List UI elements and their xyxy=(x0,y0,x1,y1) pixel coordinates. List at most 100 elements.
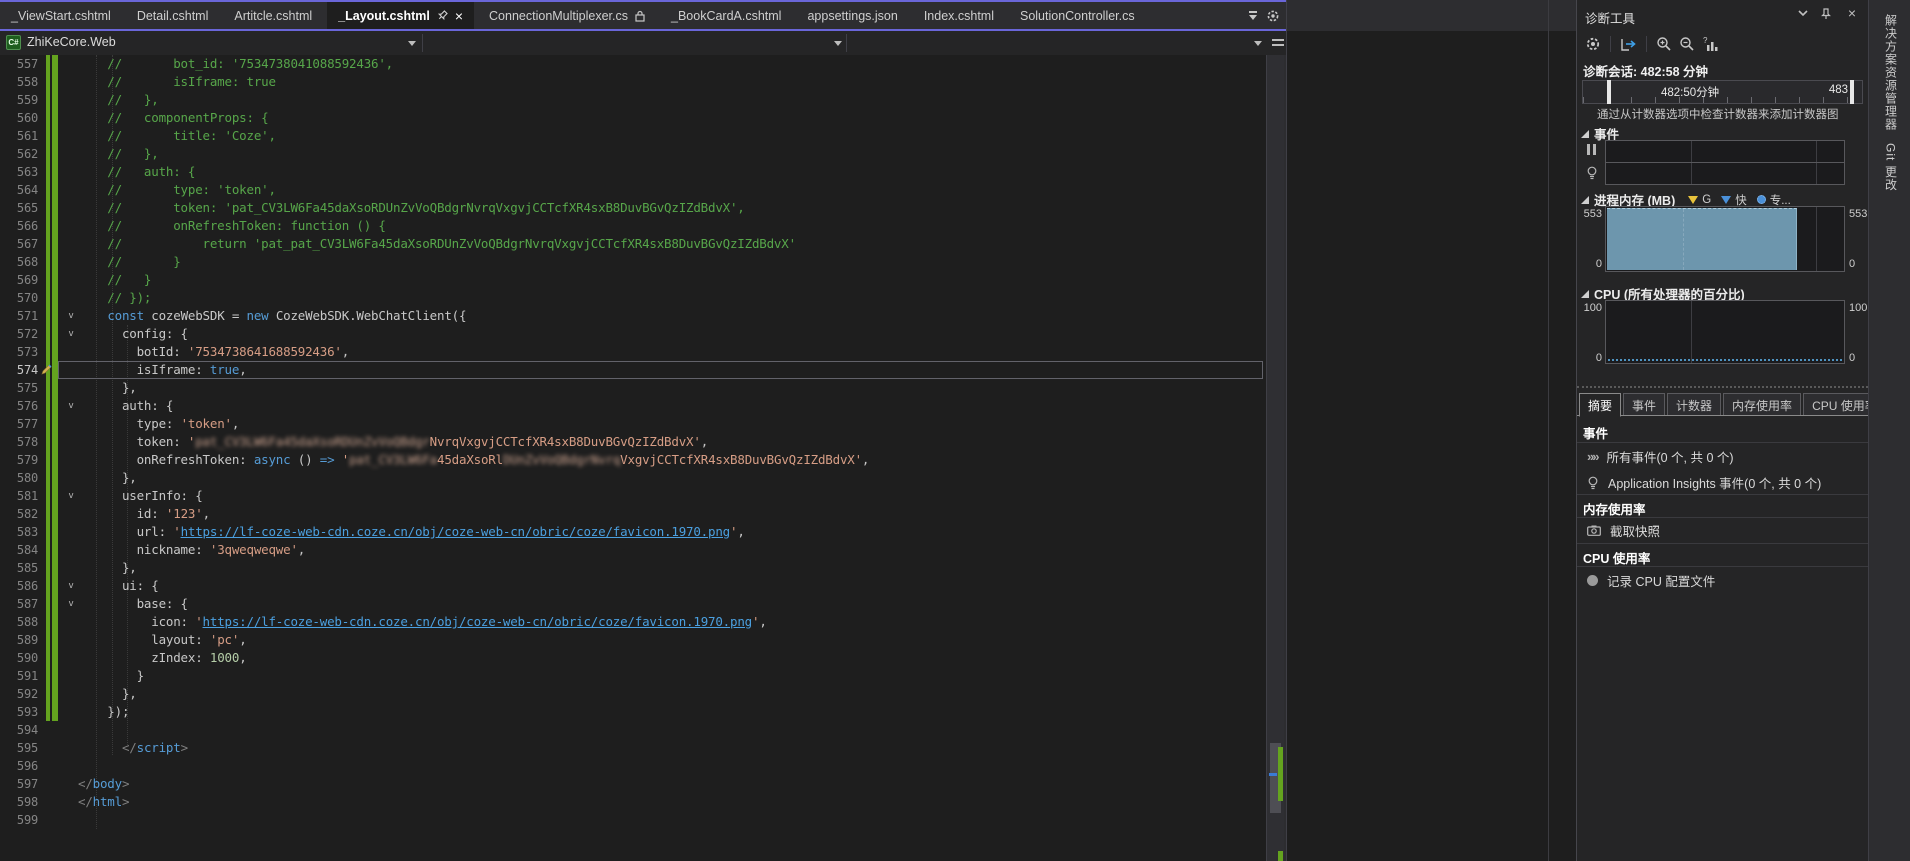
counter-chart-icon[interactable]: ? xyxy=(1702,36,1718,52)
git-changes-vertical-tab[interactable]: Git 更改 xyxy=(1880,137,1900,198)
code-line-593[interactable]: 593 }); xyxy=(0,703,1266,721)
code-line-561[interactable]: 561 // title: 'Coze', xyxy=(0,127,1266,145)
project-dropdown[interactable]: ZhiKeCore.Web xyxy=(27,35,116,49)
divider xyxy=(1577,517,1868,518)
code-line-558[interactable]: 558 // isIframe: true xyxy=(0,73,1266,91)
pin-tab-icon[interactable] xyxy=(437,10,448,21)
code-line-586[interactable]: 586v ui: { xyxy=(0,577,1266,595)
code-line-596[interactable]: 596 xyxy=(0,757,1266,775)
detail-tab-计数器[interactable]: 计数器 xyxy=(1667,393,1721,416)
code-line-567[interactable]: 567 // return 'pat_pat_CV3LW6Fa45daXsoRD… xyxy=(0,235,1266,253)
code-line-568[interactable]: 568 // } xyxy=(0,253,1266,271)
code-line-562[interactable]: 562 // }, xyxy=(0,145,1266,163)
type-dropdown-caret-icon[interactable] xyxy=(834,41,842,46)
timeline-right-handle[interactable] xyxy=(1850,80,1854,104)
tab-_BookCardA.cshtml[interactable]: _BookCardA.cshtml xyxy=(660,2,792,29)
code-line-571[interactable]: 571v const cozeWebSDK = new CozeWebSDK.W… xyxy=(0,307,1266,325)
code-text: // }); xyxy=(78,290,151,305)
code-line-580[interactable]: 580 }, xyxy=(0,469,1266,487)
settings-gear-icon[interactable] xyxy=(1585,36,1601,52)
code-line-587[interactable]: 587v base: { xyxy=(0,595,1266,613)
code-line-573[interactable]: 573 botId: '7534738641688592436', xyxy=(0,343,1266,361)
code-line-564[interactable]: 564 // type: 'token', xyxy=(0,181,1266,199)
expander-icon[interactable] xyxy=(1581,196,1589,204)
project-dropdown-caret-icon[interactable] xyxy=(408,41,416,46)
code-line-590[interactable]: 590 zIndex: 1000, xyxy=(0,649,1266,667)
code-line-575[interactable]: 575 }, xyxy=(0,379,1266,397)
pin-icon[interactable] xyxy=(1820,8,1832,20)
code-line-565[interactable]: 565 // token: 'pat_CV3LW6Fa45daXsoRDUnZv… xyxy=(0,199,1266,217)
code-line-581[interactable]: 581v userInfo: { xyxy=(0,487,1266,505)
code-line-595[interactable]: 595 </script> xyxy=(0,739,1266,757)
code-line-560[interactable]: 560 // componentProps: { xyxy=(0,109,1266,127)
expander-icon[interactable] xyxy=(1581,290,1589,298)
code-line-563[interactable]: 563 // auth: { xyxy=(0,163,1266,181)
fold-collapse-icon[interactable]: v xyxy=(64,577,78,595)
code-line-584[interactable]: 584 nickname: '3qweqweqwe', xyxy=(0,541,1266,559)
code-line-578[interactable]: 578 token: 'pat_CV3LW6Fa45daXsoRDUnZvVoQ… xyxy=(0,433,1266,451)
tab-list-dropdown-icon[interactable] xyxy=(1248,11,1258,21)
tab-Artitcle.cshtml[interactable]: Artitcle.cshtml xyxy=(223,2,323,29)
close-icon[interactable]: × xyxy=(1848,5,1856,21)
code-line-576[interactable]: 576v auth: { xyxy=(0,397,1266,415)
record-cpu-profile-link[interactable]: 记录 CPU 配置文件 xyxy=(1587,571,1864,590)
code-line-579[interactable]: 579 onRefreshToken: async () => 'pat_CV3… xyxy=(0,451,1266,469)
code-line-583[interactable]: 583 url: 'https://lf-coze-web-cdn.coze.c… xyxy=(0,523,1266,541)
code-text: onRefreshToken: async () => 'pat_CV3LW6F… xyxy=(78,452,869,467)
panel-splitter[interactable] xyxy=(1577,386,1868,388)
app-insights-link[interactable]: Application Insights 事件(0 个, 共 0 个) xyxy=(1587,473,1864,492)
tab-options-gear-icon[interactable] xyxy=(1266,9,1280,23)
code-line-599[interactable]: 599 xyxy=(0,811,1266,829)
all-events-link[interactable]: »» 所有事件(0 个, 共 0 个) xyxy=(1587,447,1864,466)
code-line-597[interactable]: 597</body> xyxy=(0,775,1266,793)
tab-Detail.cshtml[interactable]: Detail.cshtml xyxy=(126,2,220,29)
fold-collapse-icon[interactable]: v xyxy=(64,595,78,613)
zoom-out-icon[interactable] xyxy=(1679,36,1695,52)
tab-_Layout.cshtml[interactable]: _Layout.cshtml× xyxy=(327,2,474,29)
code-line-592[interactable]: 592 }, xyxy=(0,685,1266,703)
code-line-559[interactable]: 559 // }, xyxy=(0,91,1266,109)
take-snapshot-link[interactable]: 截取快照 xyxy=(1587,521,1864,540)
timeline-ruler[interactable]: 482:50分钟 483 xyxy=(1582,80,1863,104)
code-editor[interactable]: 557 // bot_id: '7534738041088592436',558… xyxy=(0,55,1266,861)
code-line-594[interactable]: 594 xyxy=(0,721,1266,739)
code-line-582[interactable]: 582 id: '123', xyxy=(0,505,1266,523)
tab-_ViewStart.cshtml[interactable]: _ViewStart.cshtml xyxy=(0,2,122,29)
code-line-569[interactable]: 569 // } xyxy=(0,271,1266,289)
timeline-left-handle[interactable] xyxy=(1607,80,1611,104)
code-line-570[interactable]: 570 // }); xyxy=(0,289,1266,307)
code-line-577[interactable]: 577 type: 'token', xyxy=(0,415,1266,433)
editor-scrollbar[interactable] xyxy=(1266,55,1284,861)
tab-ConnectionMultiplexer.cs[interactable]: ConnectionMultiplexer.cs xyxy=(478,2,656,29)
line-number: 598 xyxy=(0,793,38,811)
code-line-588[interactable]: 588 icon: 'https://lf-coze-web-cdn.coze.… xyxy=(0,613,1266,631)
fold-collapse-icon[interactable]: v xyxy=(64,325,78,343)
code-line-566[interactable]: 566 // onRefreshToken: function () { xyxy=(0,217,1266,235)
code-line-572[interactable]: 572v config: { xyxy=(0,325,1266,343)
expander-icon[interactable] xyxy=(1581,130,1589,138)
fold-collapse-icon[interactable]: v xyxy=(64,487,78,505)
fold-collapse-icon[interactable]: v xyxy=(64,397,78,415)
zoom-in-icon[interactable] xyxy=(1656,36,1672,52)
code-line-589[interactable]: 589 layout: 'pc', xyxy=(0,631,1266,649)
close-tab-icon[interactable]: × xyxy=(455,8,463,24)
split-window-handle[interactable] xyxy=(1272,37,1284,49)
code-line-585[interactable]: 585 }, xyxy=(0,559,1266,577)
detail-tab-事件[interactable]: 事件 xyxy=(1623,393,1665,416)
tab-Index.cshtml[interactable]: Index.cshtml xyxy=(913,2,1005,29)
code-line-557[interactable]: 557 // bot_id: '7534738041088592436', xyxy=(0,55,1266,73)
panel-menu-chevron-icon[interactable] xyxy=(1798,8,1808,18)
solution-explorer-vertical-tab[interactable]: 解决方案资源管理器 xyxy=(1880,8,1900,137)
fold-collapse-icon[interactable]: v xyxy=(64,307,78,325)
tab-SolutionController.cs[interactable]: SolutionController.cs xyxy=(1009,2,1146,29)
member-dropdown-caret-icon[interactable] xyxy=(1254,41,1262,46)
line-number: 590 xyxy=(0,649,38,667)
export-icon[interactable] xyxy=(1620,37,1637,52)
code-line-574[interactable]: 574 isIframe: true, xyxy=(0,361,1266,379)
detail-tab-摘要[interactable]: 摘要 xyxy=(1579,393,1621,417)
code-line-598[interactable]: 598</html> xyxy=(0,793,1266,811)
detail-tab-内存使用率[interactable]: 内存使用率 xyxy=(1723,393,1801,416)
line-number: 576 xyxy=(0,397,38,415)
code-line-591[interactable]: 591 } xyxy=(0,667,1266,685)
tab-appsettings.json[interactable]: appsettings.json xyxy=(796,2,908,29)
